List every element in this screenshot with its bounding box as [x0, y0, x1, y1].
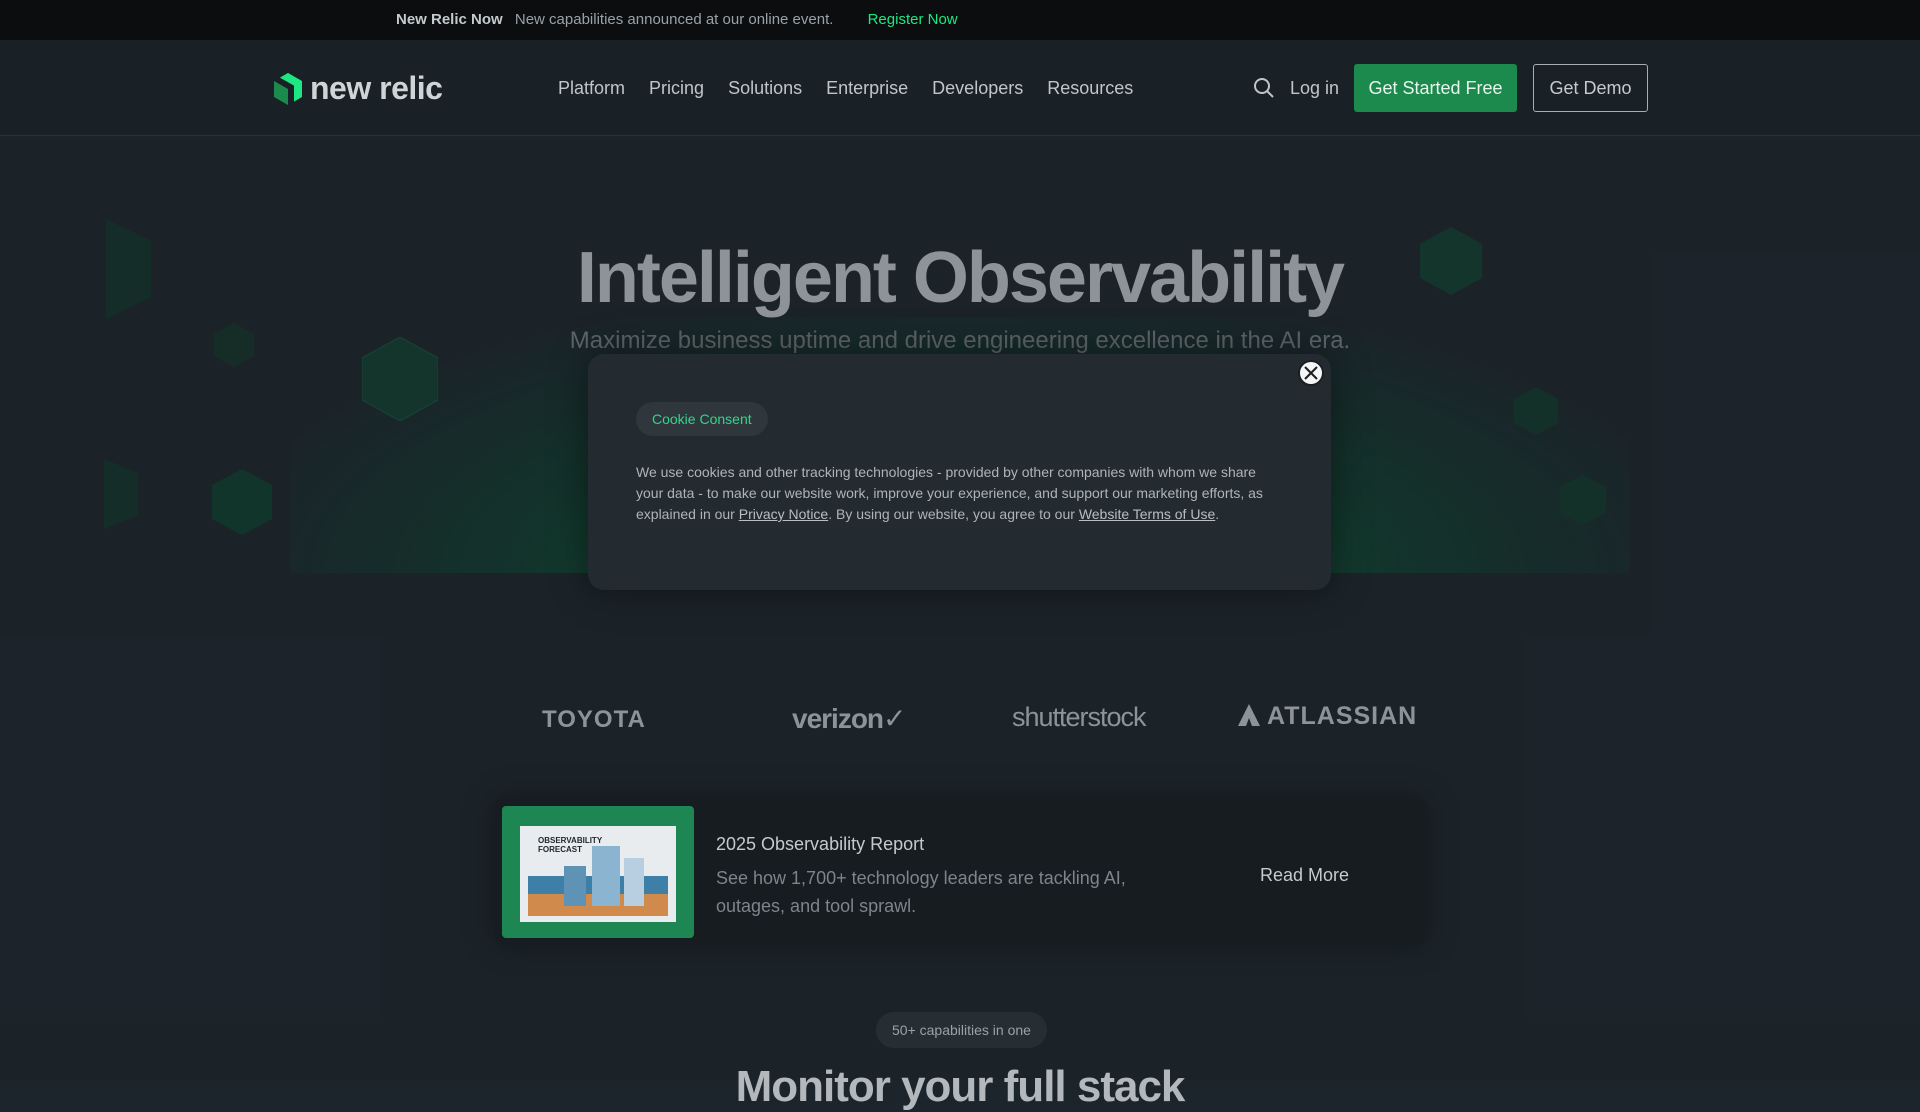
- close-icon[interactable]: [1298, 360, 1324, 386]
- atlassian-logo: ATLASSIAN: [1238, 702, 1417, 731]
- read-more-link[interactable]: Read More: [1260, 865, 1349, 886]
- report-thumbnail-title: OBSERVABILITY FORECAST: [538, 836, 603, 854]
- atlassian-icon: [1238, 704, 1260, 726]
- privacy-notice-link[interactable]: Privacy Notice: [739, 506, 828, 522]
- top-navigation: new relic Platform Pricing Solutions Ent…: [0, 40, 1920, 136]
- nav-item-developers[interactable]: Developers: [932, 78, 1023, 99]
- cookie-consent-badge: Cookie Consent: [636, 402, 768, 436]
- report-description: See how 1,700+ technology leaders are ta…: [716, 868, 1126, 916]
- report-title: 2025 Observability Report: [716, 834, 925, 854]
- logo-text: new relic: [310, 70, 443, 106]
- cookie-consent-text: We use cookies and other tracking techno…: [636, 462, 1286, 525]
- capabilities-badge: 50+ capabilities in one: [876, 1012, 1047, 1048]
- report-thumbnail: OBSERVABILITY FORECAST: [502, 806, 694, 938]
- search-icon[interactable]: [1252, 76, 1276, 105]
- toyota-logo: TOYOTA: [542, 706, 646, 733]
- register-now-link[interactable]: Register Now: [868, 11, 958, 28]
- get-started-free-button[interactable]: Get Started Free: [1354, 64, 1517, 112]
- terms-of-use-link[interactable]: Website Terms of Use: [1079, 506, 1215, 522]
- new-relic-logo-icon: [274, 72, 302, 105]
- nav-item-resources[interactable]: Resources: [1047, 78, 1133, 99]
- shutterstock-logo: shutterstock: [1012, 702, 1147, 732]
- cookie-consent-modal: Cookie Consent We use cookies and other …: [588, 354, 1331, 590]
- verizon-logo: verizon✓: [792, 703, 906, 734]
- capabilities-heading: Monitor your full stack: [735, 1062, 1186, 1111]
- logo[interactable]: new relic: [274, 70, 443, 107]
- announcement-bar: New Relic Now New capabilities announced…: [0, 0, 1920, 40]
- nav-item-enterprise[interactable]: Enterprise: [826, 78, 908, 99]
- nav-item-solutions[interactable]: Solutions: [728, 78, 802, 99]
- nav-item-platform[interactable]: Platform: [558, 78, 625, 99]
- report-card[interactable]: OBSERVABILITY FORECAST 2025 Observabilit…: [494, 798, 1427, 944]
- main-menu: Platform Pricing Solutions Enterprise De…: [558, 78, 1157, 99]
- cookie-text-part: . By using our website, you agree to our: [828, 506, 1079, 522]
- get-demo-button[interactable]: Get Demo: [1533, 64, 1648, 112]
- announcement-text: New capabilities announced at our online…: [514, 11, 834, 28]
- announcement-brand: New Relic Now: [396, 11, 503, 28]
- cookie-text-part: .: [1215, 506, 1220, 522]
- atlassian-logo-text: ATLASSIAN: [1267, 702, 1418, 730]
- login-link[interactable]: Log in: [1290, 78, 1339, 99]
- customer-logos: TOYOTA verizon✓ shutterstock ATLASSIAN: [0, 700, 1920, 740]
- nav-item-pricing[interactable]: Pricing: [649, 78, 704, 99]
